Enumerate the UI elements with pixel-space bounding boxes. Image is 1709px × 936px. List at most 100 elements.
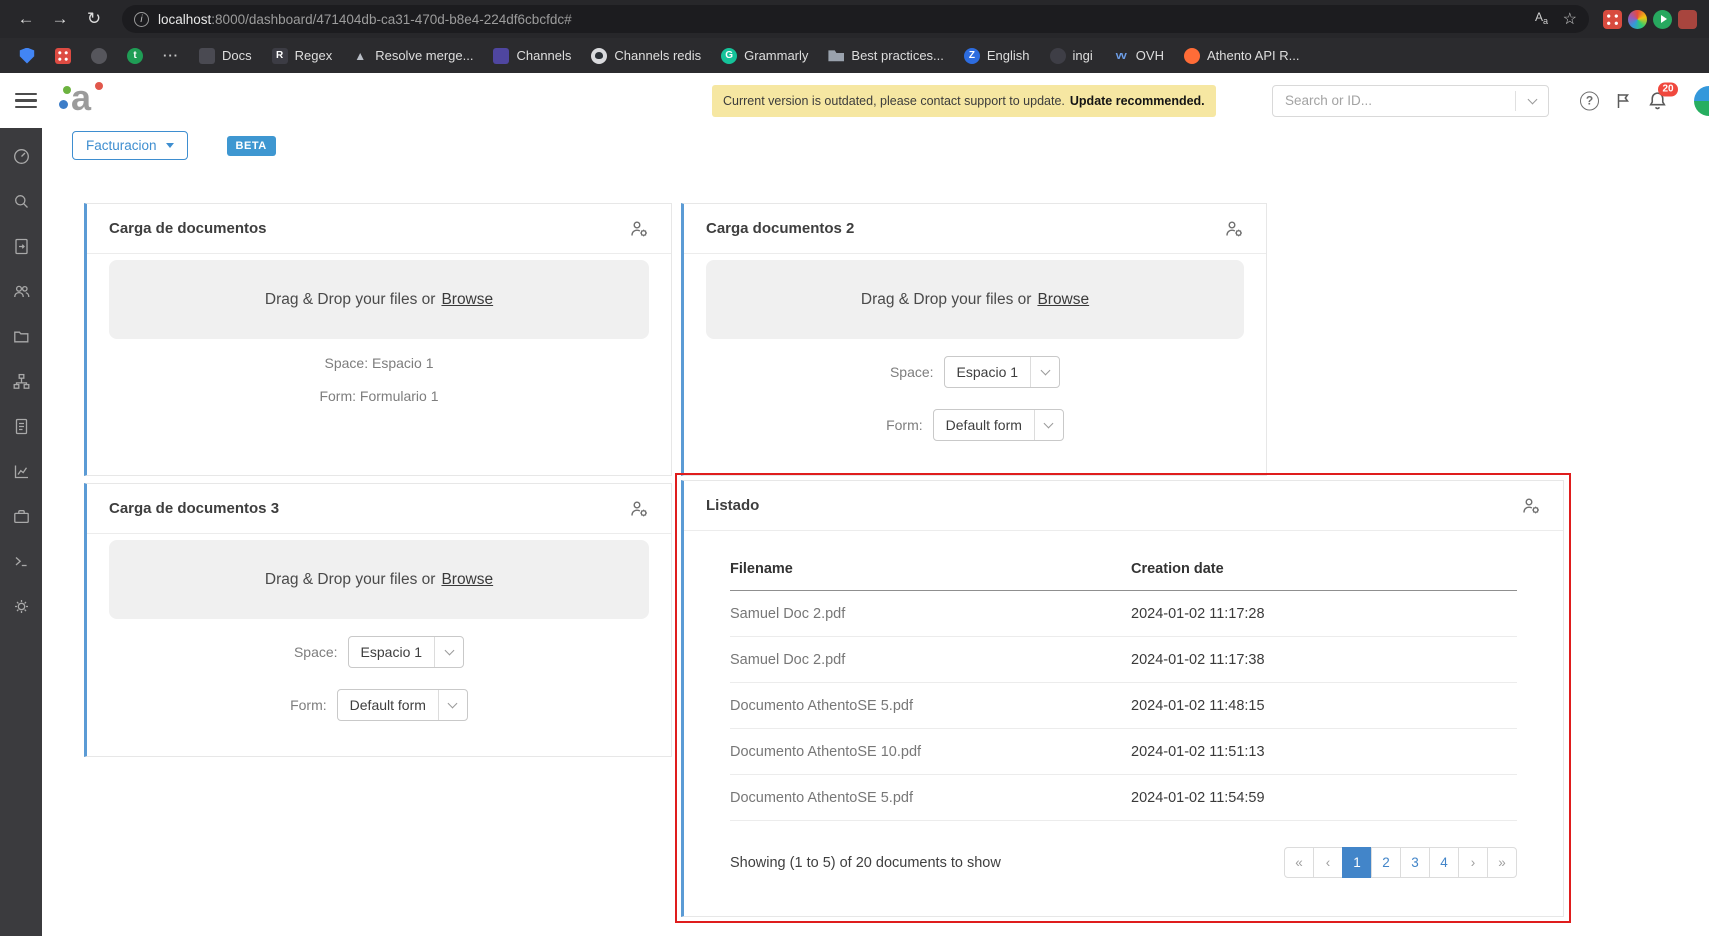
annotation-highlight-box: Listado Filename Creation date Samuel Do… xyxy=(675,473,1571,923)
regex-favicon-icon xyxy=(272,48,288,64)
users-icon xyxy=(12,282,31,301)
user-settings-icon[interactable] xyxy=(1521,496,1541,516)
notifications-bell-icon[interactable]: 20 xyxy=(1648,90,1667,111)
pagination: « ‹ 1 2 3 4 › » xyxy=(1284,847,1517,878)
space-select-row: Space: Espacio 1 xyxy=(87,636,671,668)
column-header-creation-date: Creation date xyxy=(1131,561,1517,577)
form-select[interactable]: Default form xyxy=(337,689,468,721)
pagination-first[interactable]: « xyxy=(1284,847,1314,878)
bookmark-ellipsis[interactable] xyxy=(154,44,188,68)
bookmark-red-dots[interactable] xyxy=(46,44,80,68)
bookmark-ovh[interactable]: OVH xyxy=(1104,44,1173,68)
table-row[interactable]: Documento AthentoSE 5.pdf 2024-01-02 11:… xyxy=(730,775,1517,821)
dropzone[interactable]: Drag & Drop your files or Browse xyxy=(109,540,649,619)
sidebar-item-forms[interactable] xyxy=(0,404,42,449)
bookmark-green-t[interactable] xyxy=(118,44,152,68)
reload-icon[interactable]: ↻ xyxy=(80,5,108,33)
table-row[interactable]: Documento AthentoSE 10.pdf 2024-01-02 11… xyxy=(730,729,1517,775)
pagination-page-3[interactable]: 3 xyxy=(1400,847,1430,878)
flag-icon[interactable] xyxy=(1614,91,1632,110)
dropzone[interactable]: Drag & Drop your files or Browse xyxy=(706,260,1244,339)
form-select[interactable]: Default form xyxy=(933,409,1064,441)
sidebar-item-spaces[interactable] xyxy=(0,314,42,359)
gear-icon xyxy=(12,597,31,616)
form-icon xyxy=(12,417,31,436)
space-select[interactable]: Espacio 1 xyxy=(944,356,1060,388)
sidebar-item-terminal[interactable] xyxy=(0,539,42,584)
card-title: Carga documentos 2 xyxy=(706,220,854,237)
sidebar-item-reports[interactable] xyxy=(0,449,42,494)
space-select[interactable]: Espacio 1 xyxy=(348,636,464,668)
workspace-selector-button[interactable]: Facturacion xyxy=(72,131,188,160)
form-select-row: Form: Default form xyxy=(684,409,1266,441)
bookmark-best-practices[interactable]: Best practices... xyxy=(819,44,952,68)
global-search xyxy=(1272,85,1549,117)
table-row[interactable]: Samuel Doc 2.pdf 2024-01-02 11:17:38 xyxy=(730,637,1517,683)
search-dropdown-chevron-icon[interactable] xyxy=(1516,86,1548,116)
extension-red-icon[interactable] xyxy=(1678,10,1697,29)
bookmark-resolve-merge[interactable]: Resolve merge... xyxy=(343,44,482,68)
dark-circle-favicon-icon xyxy=(91,48,107,64)
browse-link[interactable]: Browse xyxy=(441,571,493,589)
menu-icon[interactable] xyxy=(15,89,37,113)
bookmark-regex[interactable]: Regex xyxy=(263,44,342,68)
url-bar[interactable]: i localhost:8000/dashboard/471404db-ca31… xyxy=(122,5,1589,33)
showing-summary: Showing (1 to 5) of 20 documents to show xyxy=(730,855,1001,871)
bookmarks-bar: Docs Regex Resolve merge... Channels Cha… xyxy=(0,38,1709,73)
sidebar-item-cases[interactable] xyxy=(0,494,42,539)
chevron-down-icon xyxy=(439,703,467,707)
docs-favicon-icon xyxy=(199,48,215,64)
sidebar-item-automations[interactable] xyxy=(0,584,42,629)
extension-pinwheel-icon[interactable] xyxy=(1628,10,1647,29)
dashboard-icon xyxy=(12,147,31,166)
table-header: Filename Creation date xyxy=(730,551,1517,591)
red-dots-favicon-icon xyxy=(55,48,71,64)
site-info-icon[interactable]: i xyxy=(134,12,149,27)
search-input[interactable] xyxy=(1273,93,1515,108)
bookmark-channels-redis[interactable]: Channels redis xyxy=(582,44,710,68)
update-recommended-link[interactable]: Update recommended. xyxy=(1070,94,1205,108)
pagination-page-4[interactable]: 4 xyxy=(1429,847,1459,878)
pagination-page-1[interactable]: 1 xyxy=(1342,847,1372,878)
dropzone[interactable]: Drag & Drop your files or Browse xyxy=(109,260,649,339)
pagination-next[interactable]: › xyxy=(1458,847,1488,878)
ovh-favicon-icon xyxy=(1113,48,1129,64)
sidebar-item-documents[interactable] xyxy=(0,224,42,269)
sidebar-item-search[interactable] xyxy=(0,179,42,224)
pagination-prev[interactable]: ‹ xyxy=(1313,847,1343,878)
browse-link[interactable]: Browse xyxy=(441,291,493,309)
extension-grid-icon[interactable] xyxy=(1603,10,1622,29)
bookmark-english[interactable]: English xyxy=(955,44,1039,68)
chart-icon xyxy=(12,462,31,481)
pagination-page-2[interactable]: 2 xyxy=(1371,847,1401,878)
translate-icon[interactable]: Aa xyxy=(1533,8,1551,31)
back-icon[interactable]: ← xyxy=(12,5,40,33)
extension-play-icon[interactable] xyxy=(1653,10,1672,29)
chevron-down-icon xyxy=(1035,423,1063,427)
bookmark-docs[interactable]: Docs xyxy=(190,44,261,68)
bookmark-ingi[interactable]: ingi xyxy=(1041,44,1102,68)
bookmark-athento-api[interactable]: Athento API R... xyxy=(1175,44,1309,68)
browse-link[interactable]: Browse xyxy=(1037,291,1089,309)
sidebar-item-users[interactable] xyxy=(0,269,42,314)
merge-favicon-icon xyxy=(352,48,368,64)
table-row[interactable]: Documento AthentoSE 5.pdf 2024-01-02 11:… xyxy=(730,683,1517,729)
user-settings-icon[interactable] xyxy=(1224,219,1244,239)
forward-icon[interactable]: → xyxy=(46,5,74,33)
bookmark-dark-circle[interactable] xyxy=(82,44,116,68)
postman-favicon-icon xyxy=(1184,48,1200,64)
sidebar-item-workflows[interactable] xyxy=(0,359,42,404)
help-icon[interactable]: ? xyxy=(1580,91,1599,110)
user-settings-icon[interactable] xyxy=(629,499,649,519)
bookmark-shield[interactable] xyxy=(10,44,44,68)
bookmark-channels[interactable]: Channels xyxy=(484,44,580,68)
pagination-last[interactable]: » xyxy=(1487,847,1517,878)
sidebar-item-dashboard[interactable] xyxy=(0,134,42,179)
table-row[interactable]: Samuel Doc 2.pdf 2024-01-02 11:17:28 xyxy=(730,591,1517,637)
user-settings-icon[interactable] xyxy=(629,219,649,239)
notification-count-badge: 20 xyxy=(1658,82,1678,96)
card-carga-documentos-2: Carga documentos 2 Drag & Drop your file… xyxy=(681,203,1267,476)
bookmark-star-icon[interactable]: ☆ xyxy=(1563,9,1577,29)
bookmark-grammarly[interactable]: Grammarly xyxy=(712,44,817,68)
avatar[interactable] xyxy=(1694,86,1709,116)
